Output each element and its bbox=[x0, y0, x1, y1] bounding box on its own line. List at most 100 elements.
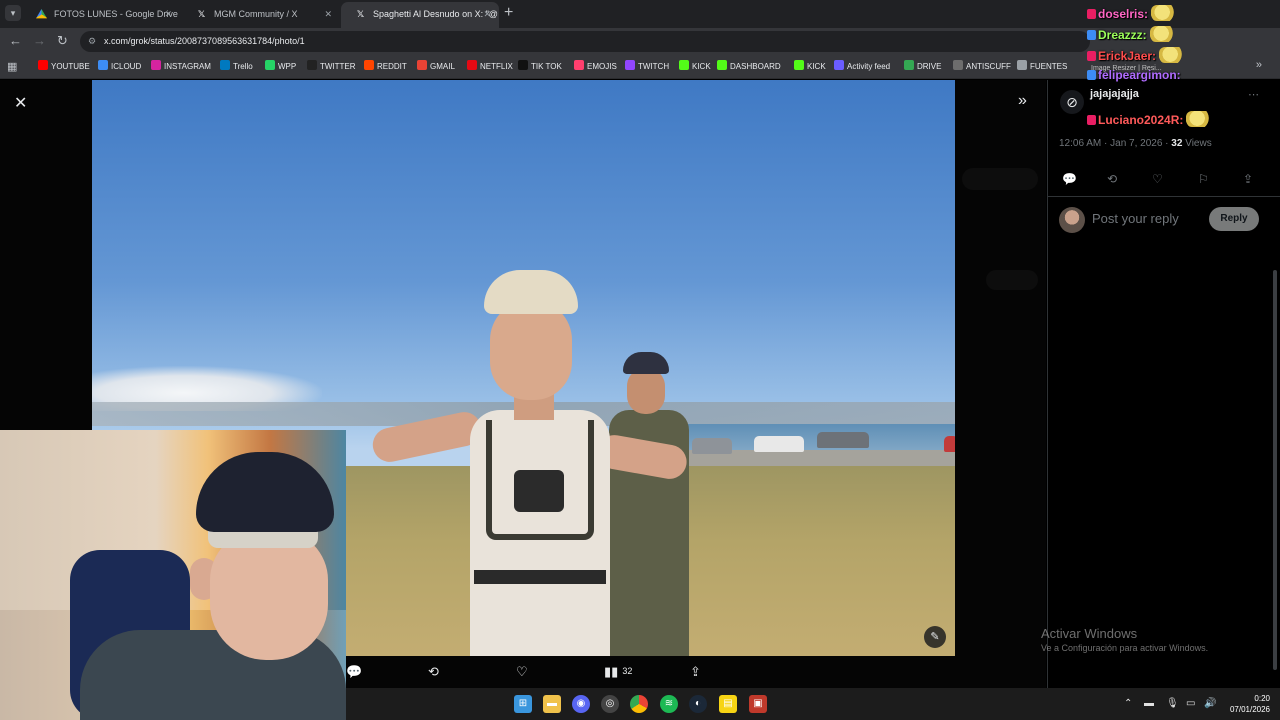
bookmark-label: KICK bbox=[692, 62, 711, 71]
repost-icon[interactable]: ⟲ bbox=[1107, 172, 1117, 186]
windows-start-icon[interactable]: ⊞ bbox=[514, 695, 532, 713]
chat-message: ErickJaer: bbox=[1087, 47, 1188, 63]
tab-title: FOTOS LUNES - Google Drive bbox=[54, 9, 178, 19]
tab-mgm-community[interactable]: 𝕏 MGM Community / X ✕ bbox=[182, 2, 340, 28]
bookmark-favicon-icon bbox=[1017, 60, 1027, 70]
forward-icon[interactable]: → bbox=[33, 33, 46, 48]
microphone-icon[interactable]: 🎙 bbox=[1166, 698, 1179, 709]
bookmark-label: Trello bbox=[233, 62, 253, 71]
clock-date: 07/01/2026 bbox=[1229, 705, 1270, 714]
bookmark-twitter[interactable]: TWITTER bbox=[307, 60, 356, 74]
bookmark-activity-feed[interactable]: Activity feed bbox=[834, 60, 890, 74]
bookmark-label: Activity feed bbox=[847, 62, 891, 71]
bookmark-instagram[interactable]: INSTAGRAM bbox=[151, 60, 211, 74]
bookmark-favicon-icon bbox=[834, 60, 844, 70]
expand-panel-icon[interactable]: » bbox=[1018, 92, 1027, 110]
bookmark-label: DASHBOARD bbox=[730, 62, 781, 71]
avatar[interactable] bbox=[1059, 207, 1085, 233]
tooltip-text: Image Resizer | Resi... bbox=[1091, 65, 1162, 72]
bookmark-icloud[interactable]: ICLOUD bbox=[98, 60, 141, 74]
google-drive-icon bbox=[36, 9, 47, 19]
post-action-bar: 💬 ⟲ ♡ ▮▮ 32 ⇪ bbox=[346, 661, 1046, 683]
bookmark-favicon-icon bbox=[38, 60, 48, 70]
bookmark-netflix[interactable]: NETFLIX bbox=[467, 60, 513, 74]
grok-image-edit-icon[interactable]: ✎ bbox=[924, 626, 946, 648]
bookmark-label: DRIVE bbox=[917, 62, 942, 71]
bookmark-label: NETFLIX bbox=[480, 62, 513, 71]
sticky-notes-icon[interactable]: ▤ bbox=[719, 695, 737, 713]
bookmark-icon[interactable]: ⚐ bbox=[1198, 172, 1209, 186]
bookmark-wpp[interactable]: WPP bbox=[265, 60, 296, 74]
photo-main-person bbox=[369, 270, 690, 656]
tab-search-icon[interactable]: ▾ bbox=[5, 5, 21, 21]
reply-input[interactable]: Post your reply bbox=[1092, 211, 1179, 226]
chat-username: doselris: bbox=[1098, 7, 1149, 21]
obs-icon[interactable]: ◎ bbox=[601, 695, 619, 713]
bookmark-label: KICK bbox=[807, 62, 826, 71]
bookmark-favicon-icon bbox=[98, 60, 108, 70]
bookmark-emojis[interactable]: EMOJIS bbox=[574, 60, 617, 74]
bookmark-gmail[interactable]: GMAIL bbox=[417, 60, 455, 74]
chat-emote-icon bbox=[1149, 26, 1178, 42]
spotify-icon[interactable]: ≋ bbox=[660, 695, 678, 713]
back-icon[interactable]: ← bbox=[9, 33, 22, 48]
bookmark-drive[interactable]: DRIVE bbox=[904, 60, 941, 74]
address-bar[interactable]: ⚙ x.com/grok/status/2008737089563631784/… bbox=[80, 31, 1090, 52]
share-icon[interactable]: ⇪ bbox=[690, 664, 701, 680]
chrome-icon[interactable] bbox=[630, 695, 648, 713]
background-follow-button bbox=[986, 270, 1038, 290]
like-icon[interactable]: ♡ bbox=[1152, 172, 1163, 186]
share-icon[interactable]: ⇪ bbox=[1243, 172, 1253, 186]
bookmark-favicon-icon bbox=[625, 60, 635, 70]
taskbar-clock[interactable]: 0:20 07/01/2026 bbox=[1222, 693, 1270, 715]
views-chart-icon: ▮▮ bbox=[604, 664, 619, 679]
bookmark-favicon-icon bbox=[518, 60, 528, 70]
post-meta: 12:06 AM · Jan 7, 2026 · 32 Views bbox=[1059, 138, 1212, 149]
bookmark-kick[interactable]: KICK bbox=[794, 60, 826, 74]
panel-scrollbar[interactable] bbox=[1273, 270, 1277, 670]
bookmark-youtube[interactable]: YOUTUBE bbox=[38, 60, 90, 74]
bookmark-dashboard[interactable]: DASHBOARD bbox=[717, 60, 781, 74]
reload-icon[interactable]: ↻ bbox=[57, 33, 68, 49]
bookmark-tik-tok[interactable]: TIK TOK bbox=[518, 60, 562, 74]
bookmark-label: YOUTUBE bbox=[51, 62, 90, 71]
url-text: x.com/grok/status/2008737089563631784/ph… bbox=[104, 36, 305, 46]
tray-app-icon[interactable]: ▬ bbox=[1144, 698, 1154, 709]
close-tab-icon[interactable]: ✕ bbox=[324, 2, 332, 26]
reply-icon[interactable]: 💬 bbox=[346, 664, 362, 680]
views-button[interactable]: ▮▮ 32 bbox=[604, 664, 632, 680]
close-tab-icon[interactable]: ✕ bbox=[483, 2, 491, 26]
site-info-icon[interactable]: ⚙ bbox=[88, 31, 96, 52]
bookmark-trello[interactable]: Trello bbox=[220, 60, 253, 74]
bookmark-favicon-icon bbox=[679, 60, 689, 70]
streaming-app-icon[interactable]: ▣ bbox=[749, 695, 767, 713]
apps-grid-icon[interactable]: ▦ bbox=[7, 60, 17, 73]
bookmark-reddit[interactable]: REDDIT bbox=[364, 60, 407, 74]
like-icon[interactable]: ♡ bbox=[516, 664, 528, 680]
tab-spaghetti-post[interactable]: 𝕏 Spaghetti Al Desnudo on X: "@ ✕ bbox=[341, 2, 499, 28]
bookmark-favicon-icon bbox=[467, 60, 477, 70]
bookmark-kick[interactable]: KICK bbox=[679, 60, 711, 74]
reply-icon[interactable]: 💬 bbox=[1062, 172, 1077, 186]
photo-car bbox=[817, 432, 869, 448]
file-explorer-icon[interactable]: ▬ bbox=[543, 695, 561, 713]
close-tab-icon[interactable]: ✕ bbox=[164, 2, 172, 26]
close-icon[interactable]: ✕ bbox=[14, 93, 27, 113]
bookmark-favicon-icon bbox=[794, 60, 804, 70]
bookmark-antiscuff[interactable]: ANTISCUFF bbox=[953, 60, 1011, 74]
bookmark-fuentes[interactable]: FUENTES bbox=[1017, 60, 1067, 74]
post-side-panel: ⊘ jajajajajja ⋯ 12:06 AM · Jan 7, 2026 ·… bbox=[1047, 80, 1280, 688]
tray-overflow-icon[interactable]: ⌃ bbox=[1124, 698, 1132, 709]
bookmark-label: TIK TOK bbox=[531, 62, 562, 71]
display-icon[interactable]: ▭ bbox=[1186, 698, 1195, 709]
tab-google-drive[interactable]: FOTOS LUNES - Google Drive ✕ bbox=[22, 2, 180, 28]
chat-message: Dreazzz: bbox=[1087, 26, 1178, 42]
discord-icon[interactable]: ◉ bbox=[572, 695, 590, 713]
bookmark-twitch[interactable]: TWITCH bbox=[625, 60, 669, 74]
reply-button[interactable]: Reply bbox=[1209, 207, 1259, 231]
repost-icon[interactable]: ⟲ bbox=[428, 664, 439, 680]
new-tab-button[interactable]: + bbox=[504, 4, 513, 22]
volume-icon[interactable]: 🔊 bbox=[1204, 698, 1216, 709]
chat-emote-icon bbox=[1159, 47, 1188, 63]
steam-icon[interactable]: ◐ bbox=[689, 695, 707, 713]
